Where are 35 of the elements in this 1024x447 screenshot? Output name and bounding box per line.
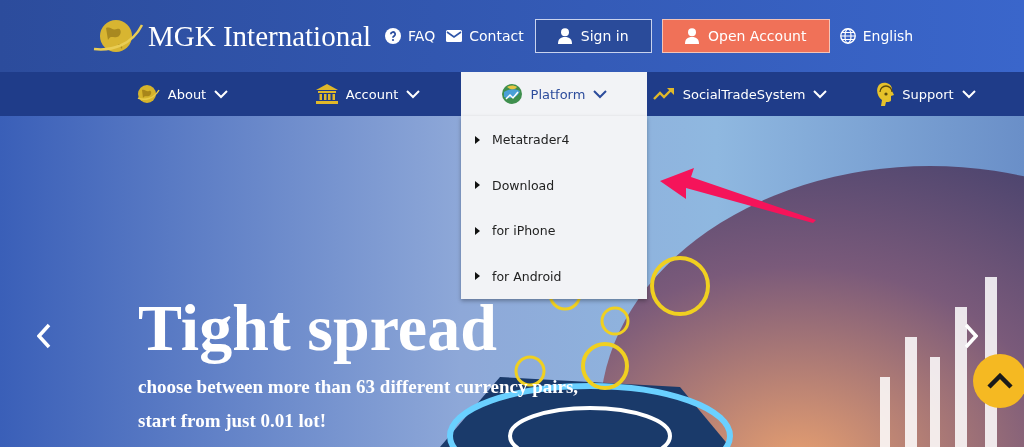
envelope-icon: [446, 30, 463, 42]
nav-item[interactable]: Platform: [461, 72, 647, 116]
chevron-up-icon: [987, 373, 1013, 389]
nav-item[interactable]: SocialTradeSystem: [647, 72, 833, 116]
chart-app-icon: [500, 83, 523, 105]
help-icon: [385, 28, 402, 44]
headset-icon: [876, 82, 895, 106]
triangle-right-icon: [475, 272, 480, 281]
chevron-down-icon: [593, 89, 608, 99]
menu-item[interactable]: for iPhone: [461, 208, 647, 254]
triangle-right-icon: [475, 226, 480, 235]
nav-item[interactable]: About: [89, 72, 275, 116]
header-link[interactable]: Contact: [446, 28, 524, 44]
sign-in-button[interactable]: Sign in: [534, 19, 652, 53]
menu-item[interactable]: Download: [461, 162, 647, 208]
logo-text: MGK International: [148, 19, 372, 53]
chevron-left-icon: [37, 323, 51, 349]
chevron-down-icon: [406, 89, 421, 99]
nav-item[interactable]: Support: [833, 72, 1019, 116]
globe-icon: [135, 83, 160, 105]
globe-icon: [839, 28, 856, 44]
nav-item[interactable]: Account: [275, 72, 461, 116]
user-icon: [557, 28, 572, 44]
bank-icon: [315, 84, 338, 104]
triangle-right-icon: [475, 135, 480, 144]
language-link[interactable]: English: [839, 28, 914, 44]
menu-item[interactable]: Metatrader4: [461, 117, 647, 163]
chevron-down-icon: [961, 89, 976, 99]
chevron-down-icon: [813, 89, 828, 99]
triangle-right-icon: [475, 181, 480, 190]
chevron-down-icon: [214, 89, 229, 99]
user-icon: [685, 28, 699, 44]
header-link[interactable]: FAQ: [385, 28, 436, 44]
chevron-right-icon: [964, 323, 978, 349]
trend-up-icon: [652, 87, 675, 101]
